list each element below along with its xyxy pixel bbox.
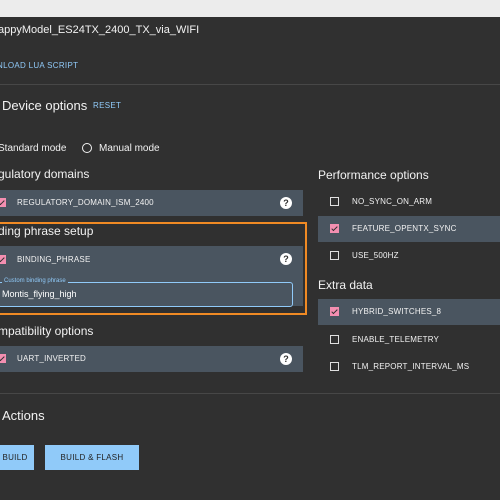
download-lua-script-link[interactable]: NLOAD LUA SCRIPT — [0, 61, 78, 70]
checkbox-tlm-report-interval[interactable] — [330, 362, 339, 371]
build-and-flash-button[interactable]: BUILD & FLASH — [45, 445, 139, 470]
no-sync-on-arm-label: NO_SYNC_ON_ARM — [352, 197, 433, 206]
help-icon[interactable]: ? — [280, 353, 292, 365]
checkbox-regulatory-domain[interactable] — [0, 198, 6, 207]
checkbox-no-sync-on-arm[interactable] — [330, 197, 339, 206]
radio-unselected-icon — [82, 143, 92, 153]
actions-heading: Actions — [2, 408, 45, 423]
uart-inverted-label: UART_INVERTED — [17, 354, 86, 363]
feature-opentx-sync-label: FEATURE_OPENTX_SYNC — [352, 224, 457, 233]
browser-top-strip — [0, 0, 500, 17]
enable-telemetry-label: ENABLE_TELEMETRY — [352, 335, 440, 344]
target-title: appyModel_ES24TX_2400_TX_via_WIFI — [0, 24, 200, 36]
standard-mode-label: Standard mode — [0, 142, 67, 154]
checkbox-use-500hz[interactable] — [330, 251, 339, 260]
checkbox-feature-opentx-sync[interactable] — [330, 224, 339, 233]
regulatory-domains-heading: gulatory domains — [0, 167, 90, 181]
binding-phrase-label: BINDING_PHRASE — [17, 255, 91, 264]
manual-mode-label: Manual mode — [99, 142, 160, 154]
tlm-report-interval-label: TLM_REPORT_INTERVAL_MS — [352, 362, 470, 371]
device-options-heading: Device options — [2, 98, 88, 113]
extra-data-heading: Extra data — [318, 278, 373, 292]
regulatory-domain-label: REGULATORY_DOMAIN_ISM_2400 — [17, 198, 154, 207]
divider — [0, 393, 500, 394]
checkbox-uart-inverted[interactable] — [0, 354, 6, 363]
custom-binding-phrase-label: Custom binding phrase — [2, 278, 68, 284]
checkbox-hybrid-switches-8[interactable] — [330, 307, 339, 316]
checkbox-binding-phrase[interactable] — [0, 255, 6, 264]
build-button[interactable]: BUILD — [0, 445, 34, 470]
help-icon[interactable]: ? — [280, 253, 292, 265]
performance-options-heading: Performance options — [318, 168, 429, 182]
compatibility-options-heading: mpatibility options — [0, 324, 94, 338]
binding-phrase-heading: ding phrase setup — [0, 224, 94, 238]
radio-manual-mode[interactable]: Manual mode — [82, 140, 160, 156]
hybrid-switches-8-label: HYBRID_SWITCHES_8 — [352, 307, 442, 316]
help-icon[interactable]: ? — [280, 197, 292, 209]
firmware-configurator-window: appyModel_ES24TX_2400_TX_via_WIFI NLOAD … — [0, 0, 500, 500]
custom-binding-phrase-value[interactable]: Montis_flying_high — [2, 289, 77, 299]
use-500hz-label: USE_500HZ — [352, 251, 399, 260]
reset-button[interactable]: RESET — [93, 101, 121, 110]
checkbox-enable-telemetry[interactable] — [330, 335, 339, 344]
radio-standard-mode[interactable]: Standard mode — [0, 140, 66, 156]
divider — [0, 84, 500, 85]
